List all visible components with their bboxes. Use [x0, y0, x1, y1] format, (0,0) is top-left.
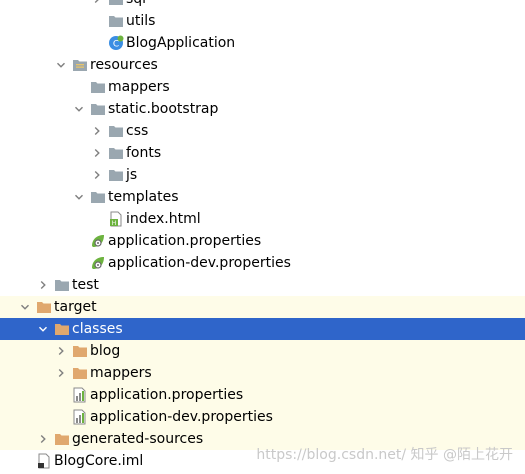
- tree-node-resources[interactable]: resources: [0, 54, 525, 76]
- chevron-down-icon[interactable]: [18, 300, 32, 314]
- tree-node-test[interactable]: test: [0, 274, 525, 296]
- spring-class-icon: C: [108, 35, 124, 51]
- target-folder-icon: [72, 343, 88, 359]
- tree-node-blogapplication[interactable]: C BlogApplication: [0, 32, 525, 54]
- watermark: https://blog.csdn.net/ 知乎 @陌上花开: [256, 447, 513, 463]
- tree-node-label: fonts: [126, 145, 162, 161]
- folder-icon: [108, 0, 124, 7]
- folder-icon: [108, 13, 124, 29]
- tree-node-label: js: [126, 167, 138, 183]
- tree-node-js[interactable]: js: [0, 164, 525, 186]
- tree-node-label: utils: [126, 13, 156, 29]
- tree-node-utils[interactable]: utils: [0, 10, 525, 32]
- target-folder-icon: [54, 321, 70, 337]
- html-file-icon: H: [108, 211, 124, 227]
- tree-node-mappers[interactable]: mappers: [0, 76, 525, 98]
- chevron-right-icon[interactable]: [90, 124, 104, 138]
- target-folder-icon: [54, 431, 70, 447]
- folder-icon: [108, 167, 124, 183]
- tree-node-css[interactable]: css: [0, 120, 525, 142]
- tree-node-label: BlogCore.iml: [54, 453, 144, 469]
- iml-file-icon: [36, 453, 52, 469]
- folder-icon: [108, 123, 124, 139]
- tree-node-label: static.bootstrap: [108, 101, 219, 117]
- tree-node-application-properties[interactable]: application.properties: [0, 230, 525, 252]
- tree-node-label: target: [54, 299, 97, 315]
- tree-node-classes[interactable]: classes: [0, 318, 525, 340]
- tree-node-label: BlogApplication: [126, 35, 236, 51]
- project-tree: sql utils C BlogApplication resources mappers…: [0, 0, 525, 474]
- tree-node-label: test: [72, 277, 99, 293]
- tree-node-label: mappers: [90, 365, 152, 381]
- tree-node-index-html[interactable]: Hindex.html: [0, 208, 525, 230]
- svg-text:C: C: [113, 40, 119, 50]
- folder-icon: [90, 101, 106, 117]
- chevron-right-icon[interactable]: [90, 0, 104, 6]
- chevron-right-icon[interactable]: [36, 278, 50, 292]
- folder-icon: [108, 145, 124, 161]
- tree-node-label: classes: [72, 321, 123, 337]
- spring-properties-icon: [90, 233, 106, 249]
- tree-node-label: mappers: [108, 79, 170, 95]
- folder-icon: [90, 189, 106, 205]
- chevron-right-icon[interactable]: [90, 146, 104, 160]
- chevron-right-icon[interactable]: [36, 432, 50, 446]
- resources-folder-icon: [72, 57, 88, 73]
- tree-node-application-properties[interactable]: application.properties: [0, 384, 525, 406]
- tree-node-application-dev-properties[interactable]: application-dev.properties: [0, 406, 525, 428]
- tree-node-label: generated-sources: [72, 431, 204, 447]
- spring-properties-icon: [90, 255, 106, 271]
- tree-node-label: css: [126, 123, 149, 139]
- tree-node-label: index.html: [126, 211, 201, 227]
- target-folder-icon: [36, 299, 52, 315]
- tree-node-fonts[interactable]: fonts: [0, 142, 525, 164]
- chevron-down-icon[interactable]: [36, 322, 50, 336]
- chevron-right-icon[interactable]: [54, 366, 68, 380]
- tree-node-mappers[interactable]: mappers: [0, 362, 525, 384]
- folder-icon: [90, 79, 106, 95]
- chevron-right-icon[interactable]: [90, 168, 104, 182]
- svg-text:H: H: [112, 220, 117, 227]
- tree-node-static-bootstrap[interactable]: static.bootstrap: [0, 98, 525, 120]
- tree-node-templates[interactable]: templates: [0, 186, 525, 208]
- chevron-down-icon[interactable]: [72, 190, 86, 204]
- properties-file-icon: [72, 409, 88, 425]
- chevron-right-icon[interactable]: [54, 344, 68, 358]
- folder-icon: [54, 277, 70, 293]
- tree-node-label: application-dev.properties: [108, 255, 291, 271]
- tree-node-label: application.properties: [90, 387, 244, 403]
- chevron-down-icon[interactable]: [72, 102, 86, 116]
- tree-node-blog[interactable]: blog: [0, 340, 525, 362]
- target-folder-icon: [72, 365, 88, 381]
- tree-node-label: application-dev.properties: [90, 409, 273, 425]
- tree-node-label: application.properties: [108, 233, 262, 249]
- tree-node-label: blog: [90, 343, 121, 359]
- tree-node-sql[interactable]: sql: [0, 0, 525, 10]
- tree-node-label: resources: [90, 57, 158, 73]
- tree-node-target[interactable]: target: [0, 296, 525, 318]
- properties-file-icon: [72, 387, 88, 403]
- tree-node-label: sql: [126, 0, 146, 10]
- tree-node-label: templates: [108, 189, 179, 205]
- tree-node-application-dev-properties[interactable]: application-dev.properties: [0, 252, 525, 274]
- chevron-down-icon[interactable]: [54, 58, 68, 72]
